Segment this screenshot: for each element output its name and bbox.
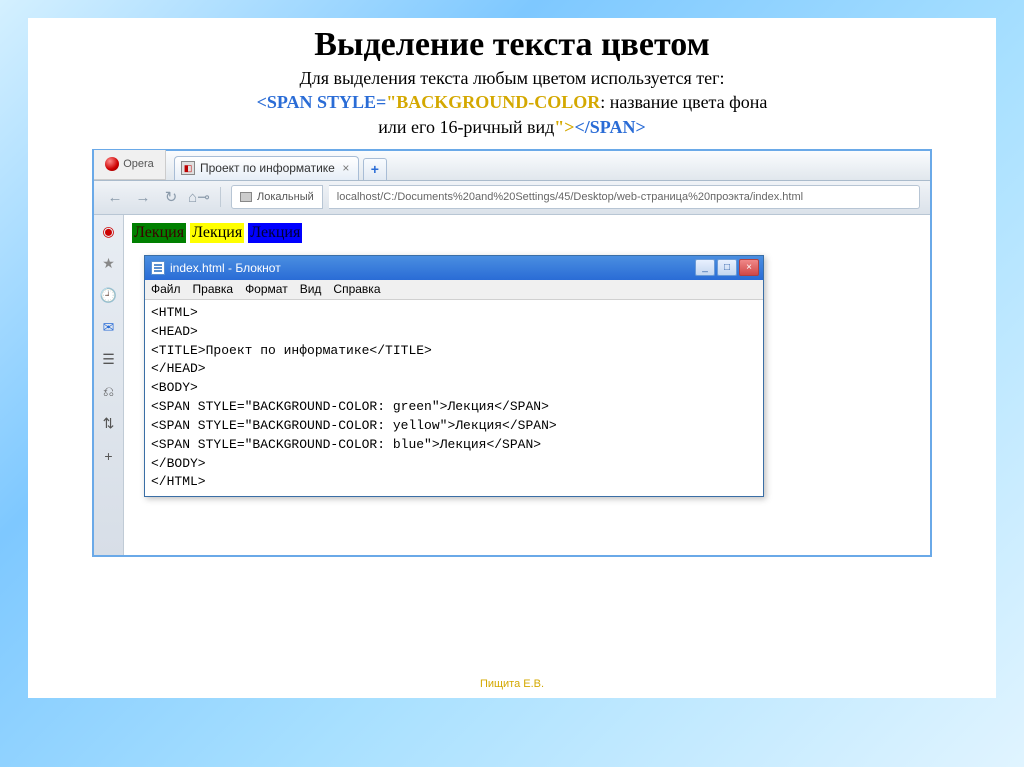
- highlight-blue: Лекция: [248, 223, 302, 243]
- code-line: <SPAN STYLE="BACKGROUND-COLOR: blue">Лек…: [151, 437, 541, 452]
- address-zone-label[interactable]: Локальный: [231, 185, 323, 209]
- css-value-desc: : название цвета фона: [600, 92, 767, 112]
- browser-toolbar: ← → ↻ ⌂⊸ Локальный localhost/C:/Document…: [94, 181, 930, 215]
- maximize-button[interactable]: □: [717, 259, 737, 276]
- back-button[interactable]: ←: [104, 186, 126, 208]
- code-line: <TITLE>Проект по информатике</TITLE>: [151, 343, 432, 358]
- code-line: <HTML>: [151, 305, 198, 320]
- separator: [220, 187, 221, 207]
- sidebar-star-icon[interactable]: ★: [100, 255, 118, 273]
- code-line: </BODY>: [151, 456, 206, 471]
- notepad-titlebar[interactable]: index.html - Блокнот _ □ ×: [145, 256, 763, 280]
- notepad-title-text: index.html - Блокнот: [170, 261, 281, 275]
- close-button[interactable]: ×: [739, 259, 759, 276]
- opera-icon: [105, 157, 119, 171]
- menu-view[interactable]: Вид: [300, 282, 322, 296]
- url-text: localhost/C:/Documents%20and%20Settings/…: [337, 191, 803, 203]
- desc-line3: или его 16-ричный вид: [378, 117, 554, 137]
- highlight-green: Лекция: [132, 223, 186, 243]
- home-button[interactable]: ⌂⊸: [188, 186, 210, 208]
- browser-window: Opera ◧ Проект по информатике × + ← → ↻ …: [92, 149, 932, 557]
- tab-title: Проект по информатике: [200, 161, 335, 175]
- forward-button[interactable]: →: [132, 186, 154, 208]
- code-line: <HEAD>: [151, 324, 198, 339]
- sidebar-opera-icon[interactable]: ◉: [100, 223, 118, 241]
- menu-file[interactable]: Файл: [151, 282, 181, 296]
- address-bar[interactable]: localhost/C:/Documents%20and%20Settings/…: [329, 185, 920, 209]
- tab-strip: Opera ◧ Проект по информатике × +: [94, 151, 930, 181]
- code-line: </HTML>: [151, 474, 206, 489]
- minimize-button[interactable]: _: [695, 259, 715, 276]
- sidebar-add-icon[interactable]: +: [100, 447, 118, 465]
- slide-description-line1: Для выделения текста любым цветом исполь…: [56, 66, 968, 90]
- browser-tab[interactable]: ◧ Проект по информатике ×: [174, 156, 359, 180]
- quote-open: ": [386, 92, 396, 112]
- page-viewport: Лекция Лекция Лекция index.html - Блокно…: [124, 215, 930, 555]
- slide-background: Выделение текста цветом Для выделения те…: [0, 0, 1024, 767]
- opera-menu-button[interactable]: Opera: [94, 150, 166, 180]
- sidebar-mail-icon[interactable]: ✉: [100, 319, 118, 337]
- sidebar-history-icon[interactable]: 🕘: [100, 287, 118, 305]
- sidebar-link-icon[interactable]: ⎌: [100, 383, 118, 401]
- code-example: <SPAN STYLE="BACKGROUND-COLOR: название …: [56, 90, 968, 114]
- local-drive-icon: [240, 192, 252, 202]
- tab-close-icon[interactable]: ×: [340, 162, 352, 174]
- css-property: BACKGROUND-COLOR: [396, 92, 600, 112]
- highlight-row: Лекция Лекция Лекция: [132, 223, 922, 243]
- reload-button[interactable]: ↻: [160, 186, 182, 208]
- code-line: <SPAN STYLE="BACKGROUND-COLOR: green">Ле…: [151, 399, 549, 414]
- code-line: <BODY>: [151, 380, 198, 395]
- slide-title: Выделение текста цветом: [56, 26, 968, 64]
- notepad-doc-icon: [151, 261, 165, 275]
- menu-help[interactable]: Справка: [333, 282, 380, 296]
- sidebar-panel-icon[interactable]: ☰: [100, 351, 118, 369]
- notepad-window[interactable]: index.html - Блокнот _ □ × Файл П: [144, 255, 764, 497]
- code-line: <SPAN STYLE="BACKGROUND-COLOR: yellow">Л…: [151, 418, 557, 433]
- sidebar-sync-icon[interactable]: ⇅: [100, 415, 118, 433]
- notepad-editor[interactable]: <HTML> <HEAD> <TITLE>Проект по информати…: [145, 300, 763, 496]
- quote-close: ">: [554, 117, 574, 137]
- new-tab-button[interactable]: +: [363, 158, 387, 180]
- tag-close: </SPAN>: [575, 117, 646, 137]
- tag-open: <SPAN STYLE=: [257, 92, 387, 112]
- menu-format[interactable]: Формат: [245, 282, 288, 296]
- slide-card: Выделение текста цветом Для выделения те…: [28, 18, 996, 698]
- code-example-line2: или его 16-ричный вид"></SPAN>: [56, 115, 968, 139]
- highlight-yellow: Лекция: [190, 223, 244, 243]
- favicon-icon: ◧: [181, 161, 195, 175]
- sidebar: ◉ ★ 🕘 ✉ ☰ ⎌ ⇅ +: [94, 215, 124, 555]
- browser-content-row: ◉ ★ 🕘 ✉ ☰ ⎌ ⇅ + Лекция Лекция Лекция: [94, 215, 930, 555]
- slide-footer: Пищита Е.В.: [28, 678, 996, 690]
- menu-edit[interactable]: Правка: [193, 282, 234, 296]
- code-line: </HEAD>: [151, 361, 206, 376]
- notepad-menubar: Файл Правка Формат Вид Справка: [145, 280, 763, 300]
- opera-label: Opera: [123, 158, 154, 170]
- address-zone-text: Локальный: [257, 191, 314, 203]
